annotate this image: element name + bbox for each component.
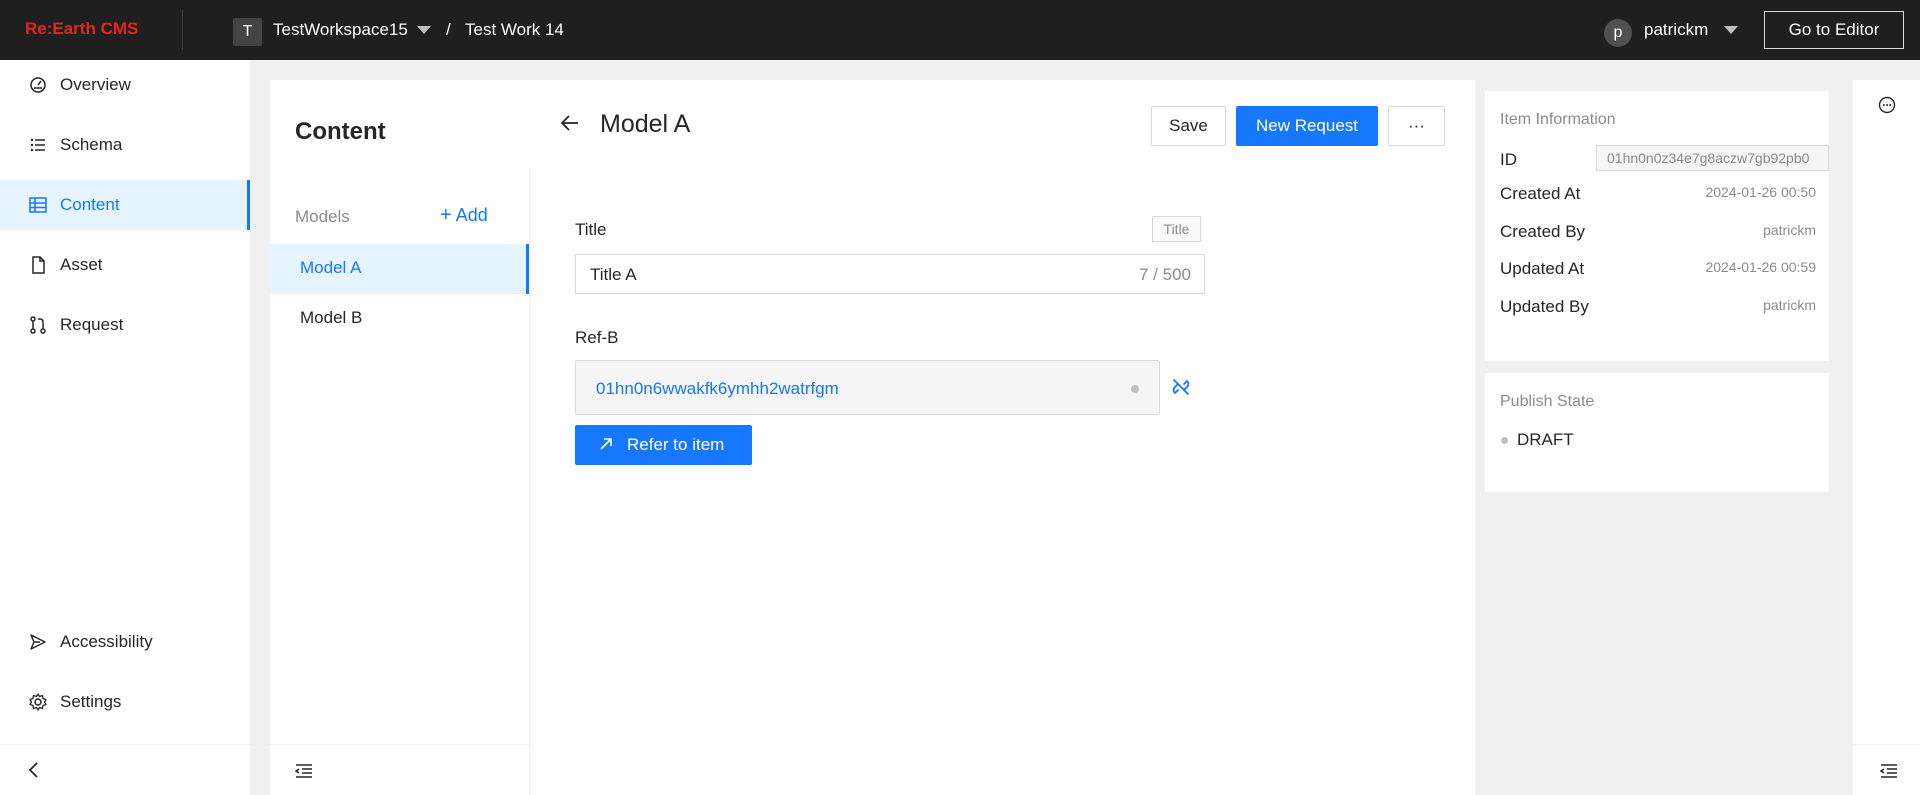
title-field-tag: Title	[1152, 216, 1201, 242]
workspace-name[interactable]: TestWorkspace15	[273, 20, 408, 40]
sidebar-item-label: Request	[60, 315, 124, 334]
ref-b-value-link[interactable]: 01hn0n6wwakfk6ymhh2watrfgm	[596, 379, 839, 399]
item-information-header: Item Information	[1500, 111, 1616, 128]
gear-icon	[29, 693, 47, 711]
unlink-icon[interactable]	[1170, 376, 1192, 398]
more-options-button[interactable]: ···	[1388, 106, 1445, 146]
save-button[interactable]: Save	[1151, 106, 1226, 146]
sidebar-collapse-bar	[0, 744, 250, 795]
go-to-editor-button[interactable]: Go to Editor	[1764, 11, 1904, 49]
arrow-up-right-icon	[600, 438, 612, 450]
created-at-value: 2024-01-26 00:50	[1705, 184, 1816, 200]
sidebar-item-label: Accessibility	[60, 632, 153, 651]
comments-rail	[1853, 80, 1920, 795]
chevron-left-icon[interactable]	[26, 761, 42, 779]
sidebar-item-asset[interactable]: Asset	[0, 240, 250, 290]
model-item-label: Model B	[300, 308, 363, 327]
info-row-updated-by: Updated By patrickm	[1500, 292, 1816, 322]
status-badge: DRAFT	[1517, 430, 1574, 449]
project-name[interactable]: Test Work 14	[465, 20, 564, 40]
sidebar-item-label: Overview	[60, 75, 131, 94]
info-row-updated-at: Updated At 2024-01-26 00:59	[1500, 254, 1816, 284]
info-row-id: ID 01hn0n0z34e7g8aczw7gb92pb0	[1500, 145, 1829, 175]
sidebar-item-schema[interactable]: Schema	[0, 120, 250, 170]
workspace-caret-down-icon[interactable]	[417, 26, 431, 34]
title-input[interactable]: Title A 7 / 500	[575, 254, 1205, 294]
item-title: Model A	[600, 110, 691, 138]
new-request-button[interactable]: New Request	[1236, 106, 1378, 146]
user-name[interactable]: patrickm	[1644, 20, 1708, 40]
title-input-value: Title A	[590, 265, 637, 284]
info-row-created-by: Created By patrickm	[1500, 217, 1816, 247]
breadcrumb-separator: /	[446, 20, 451, 39]
models-collapse-bar	[270, 744, 529, 795]
add-model-button[interactable]: + Add	[440, 204, 488, 227]
ref-status-dot	[1131, 385, 1139, 393]
sidebar-item-content[interactable]: Content	[0, 180, 250, 230]
sidebar-item-settings[interactable]: Settings	[0, 677, 250, 727]
updated-by-label: Updated By	[1500, 297, 1589, 316]
sidebar-item-accessibility[interactable]: Accessibility	[0, 617, 250, 667]
table-icon	[29, 197, 47, 213]
id-value-field[interactable]: 01hn0n0z34e7g8aczw7gb92pb0	[1596, 145, 1829, 171]
created-at-label: Created At	[1500, 184, 1581, 203]
model-item-b[interactable]: Model B	[270, 294, 529, 344]
title-field-label: Title	[575, 220, 607, 239]
add-label: Add	[455, 205, 488, 225]
rail-collapse-bar	[1853, 744, 1920, 795]
updated-at-value: 2024-01-26 00:59	[1705, 259, 1816, 275]
updated-at-label: Updated At	[1500, 259, 1585, 278]
back-arrow-icon[interactable]	[560, 114, 580, 132]
user-caret-down-icon[interactable]	[1724, 26, 1738, 34]
content-main: Content Models + Add Model A Model B Mode…	[270, 80, 1475, 795]
item-information-card: Item Information ID 01hn0n0z34e7g8aczw7g…	[1484, 90, 1830, 362]
list-icon	[30, 138, 45, 152]
updated-by-value: patrickm	[1763, 297, 1816, 313]
plus-icon: +	[440, 204, 452, 226]
dashboard-icon	[30, 77, 46, 93]
app-logo[interactable]: Re:Earth CMS	[25, 19, 138, 39]
publish-state-card: Publish State DRAFT	[1484, 372, 1830, 493]
id-label: ID	[1500, 150, 1517, 169]
created-by-label: Created By	[1500, 222, 1586, 241]
page-title: Content	[295, 118, 386, 145]
file-icon	[32, 256, 45, 274]
info-row-created-at: Created At 2024-01-26 00:50	[1500, 179, 1816, 209]
models-label: Models	[295, 207, 350, 226]
left-sidebar: Overview Schema Content Asset Request Ac…	[0, 60, 250, 795]
sidebar-item-label: Content	[60, 195, 120, 214]
refer-to-item-label: Refer to item	[627, 435, 725, 454]
models-panel-divider	[529, 168, 530, 795]
user-avatar[interactable]: p	[1604, 19, 1632, 47]
ref-b-reference[interactable]: 01hn0n6wwakfk6ymhh2watrfgm	[575, 360, 1160, 415]
title-char-count: 7 / 500	[1139, 265, 1191, 284]
model-item-label: Model A	[300, 258, 362, 277]
top-header: Re:Earth CMS T TestWorkspace15 / Test Wo…	[0, 0, 1920, 60]
ref-b-field-label: Ref-B	[575, 328, 619, 347]
sidebar-item-request[interactable]: Request	[0, 300, 250, 350]
send-icon	[30, 634, 46, 650]
comment-icon[interactable]	[1878, 96, 1896, 114]
sidebar-item-label: Schema	[60, 135, 123, 154]
pull-request-icon	[30, 316, 46, 334]
sidebar-item-overview[interactable]: Overview	[0, 60, 250, 110]
created-by-value: patrickm	[1763, 222, 1816, 238]
header-divider	[182, 10, 183, 50]
sidebar-item-label: Settings	[60, 692, 122, 711]
status-dot	[1501, 437, 1508, 444]
model-item-a[interactable]: Model A	[270, 244, 529, 294]
workspace-avatar[interactable]: T	[233, 18, 262, 46]
menu-fold-icon[interactable]	[1880, 763, 1898, 779]
refer-to-item-button[interactable]: Refer to item	[575, 425, 752, 465]
publish-state-header: Publish State	[1500, 393, 1595, 410]
sidebar-item-label: Asset	[60, 255, 103, 274]
menu-fold-icon[interactable]	[295, 763, 313, 779]
